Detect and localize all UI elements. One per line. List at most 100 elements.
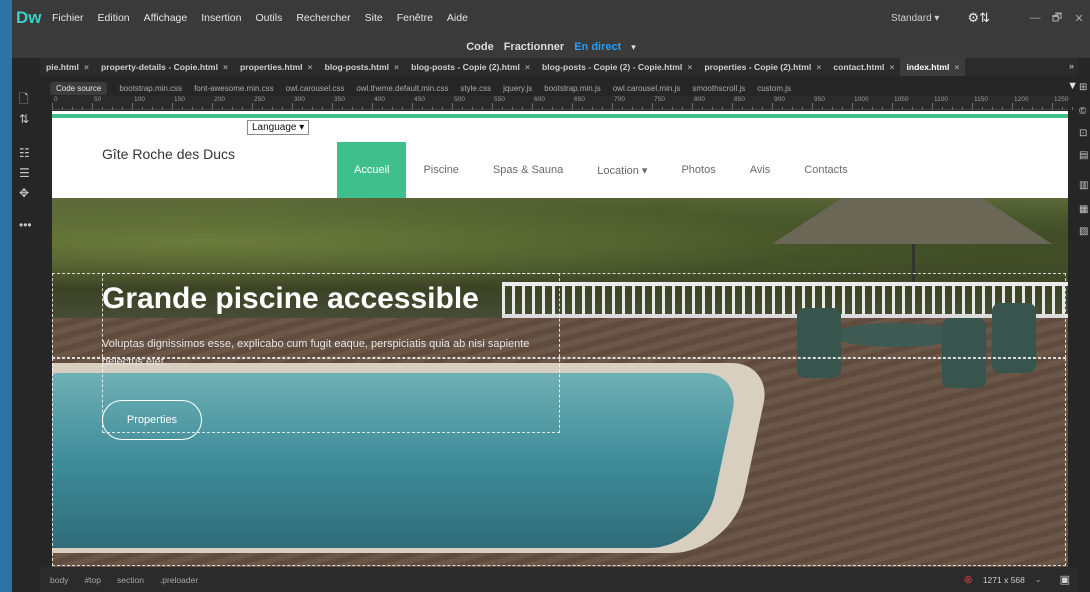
tag-selector-body[interactable]: body xyxy=(50,575,68,585)
close-window-button[interactable]: ✕ xyxy=(1068,12,1090,25)
device-preview-icon[interactable]: ▣ xyxy=(1060,573,1070,586)
close-icon[interactable]: × xyxy=(889,62,894,72)
hero-subtitle[interactable]: Voluptas dignissimos esse, explicabo cum… xyxy=(102,335,542,371)
related-file[interactable]: style.css xyxy=(460,84,491,93)
nav-spas-sauna[interactable]: Spas & Sauna xyxy=(476,142,580,198)
tab-index[interactable]: index.html × xyxy=(900,58,966,76)
related-file[interactable]: font-awesome.min.css xyxy=(194,84,274,93)
tab-property-details[interactable]: property-details - Copie.html × xyxy=(95,62,234,72)
ruler-tick xyxy=(302,107,303,110)
properties-button[interactable]: Properties xyxy=(102,400,202,440)
close-icon[interactable]: × xyxy=(816,62,821,72)
app-logo: Dw xyxy=(16,8,42,27)
site-brand[interactable]: Gîte Roche des Ducs xyxy=(102,146,235,162)
nav-contacts[interactable]: Contacts xyxy=(787,142,864,198)
tab-blog-posts-copie-2-copie[interactable]: blog-posts - Copie (2) - Copie.html × xyxy=(536,62,698,72)
ruler-tick xyxy=(1012,103,1013,110)
related-file[interactable]: bootstrap.min.css xyxy=(119,84,182,93)
nav-location[interactable]: Location ▾ xyxy=(580,142,664,198)
related-file[interactable]: owl.carousel.css xyxy=(286,84,345,93)
inspect-icon[interactable]: ☷ xyxy=(19,146,30,160)
tab-properties[interactable]: properties.html × xyxy=(234,62,319,72)
view-live-button[interactable]: En direct xyxy=(574,41,621,53)
ruler-tick xyxy=(272,107,273,110)
tab-contact[interactable]: contact.html × xyxy=(827,62,900,72)
restore-button[interactable]: 🗗 xyxy=(1046,9,1068,28)
selection-outline xyxy=(52,358,1066,566)
window-size-readout[interactable]: 1271 x 568 xyxy=(983,575,1025,585)
menu-rechercher[interactable]: Rechercher xyxy=(296,12,350,24)
workspace-switcher[interactable]: Standard ▾ xyxy=(891,13,939,24)
sync-settings-icon[interactable]: ⚙⇅ xyxy=(967,10,990,26)
related-file[interactable]: custom.js xyxy=(757,84,791,93)
ruler-label: 600 xyxy=(534,96,545,103)
close-icon[interactable]: × xyxy=(223,62,228,72)
related-file[interactable]: owl.carousel.min.js xyxy=(613,84,681,93)
ruler-tick xyxy=(342,107,343,110)
ruler-tick xyxy=(662,107,663,110)
filter-icon[interactable]: ▼ xyxy=(1067,80,1078,92)
menubar-right: Standard ▾ ⚙⇅ — 🗗 ✕ xyxy=(891,0,1090,36)
chevron-down-icon[interactable]: ⌄ xyxy=(1035,575,1042,584)
panel-icon[interactable]: ⊞ xyxy=(1079,82,1087,93)
language-select[interactable]: Language ▾ xyxy=(247,120,310,135)
view-code-button[interactable]: Code xyxy=(466,41,494,53)
ruler-label: 1150 xyxy=(974,96,988,103)
tag-selector-section[interactable]: section xyxy=(117,575,144,585)
ruler-tick xyxy=(552,107,553,110)
close-icon[interactable]: × xyxy=(84,62,89,72)
more-icon[interactable]: ••• xyxy=(19,218,32,232)
minimize-button[interactable]: — xyxy=(1024,12,1046,24)
list-icon[interactable]: ☰ xyxy=(19,166,30,180)
close-icon[interactable]: × xyxy=(954,62,959,72)
sort-icon[interactable]: ⇅ xyxy=(19,112,29,126)
tab-blog-posts[interactable]: blog-posts.html × xyxy=(319,62,405,72)
target-icon[interactable]: ✥ xyxy=(19,186,29,200)
related-source-code[interactable]: Code source xyxy=(50,81,108,95)
close-icon[interactable]: × xyxy=(687,62,692,72)
panel-icon[interactable]: ⊡ xyxy=(1079,128,1087,139)
tab-blog-posts-copie-2[interactable]: blog-posts - Copie (2).html × xyxy=(405,62,536,72)
more-tabs-icon[interactable]: » xyxy=(1069,61,1074,71)
hero-title[interactable]: Grande piscine accessible xyxy=(102,282,479,316)
menu-edition[interactable]: Edition xyxy=(98,12,130,24)
ruler-tick xyxy=(462,107,463,110)
menu-fenetre[interactable]: Fenêtre xyxy=(397,12,433,24)
ruler-tick xyxy=(782,107,783,110)
close-icon[interactable]: × xyxy=(525,62,530,72)
panel-icon[interactable]: ▥ xyxy=(1079,180,1088,191)
tab-pie[interactable]: pie.html × xyxy=(40,62,95,72)
ruler-tick xyxy=(152,107,153,110)
nav-avis[interactable]: Avis xyxy=(733,142,788,198)
nav-photos[interactable]: Photos xyxy=(664,142,732,198)
tag-selector-top[interactable]: #top xyxy=(84,575,101,585)
error-icon[interactable]: ⊗ xyxy=(964,573,973,586)
related-file[interactable]: owl.theme.default.min.css xyxy=(356,84,448,93)
ruler-tick xyxy=(1032,107,1033,110)
panel-icon[interactable]: ▧ xyxy=(1079,226,1088,237)
menu-aide[interactable]: Aide xyxy=(447,12,468,24)
related-file[interactable]: bootstrap.min.js xyxy=(544,84,600,93)
panel-icon[interactable]: ▦ xyxy=(1079,204,1088,215)
ruler-tick xyxy=(82,107,83,110)
related-file[interactable]: smoothscroll.js xyxy=(692,84,745,93)
menu-insertion[interactable]: Insertion xyxy=(201,12,241,24)
chevron-down-icon[interactable]: ▾ xyxy=(631,42,636,53)
menu-fichier[interactable]: Fichier xyxy=(52,12,84,24)
nav-piscine[interactable]: Piscine xyxy=(406,142,475,198)
tab-properties-copie-2[interactable]: properties - Copie (2).html × xyxy=(698,62,827,72)
menu-site[interactable]: Site xyxy=(365,12,383,24)
live-view-canvas[interactable]: Language ▾ Gîte Roche des Ducs Accueil P… xyxy=(52,111,1068,567)
close-icon[interactable]: × xyxy=(394,62,399,72)
tab-label: pie.html xyxy=(46,62,79,72)
view-split-button[interactable]: Fractionner xyxy=(504,41,565,53)
related-file[interactable]: jquery.js xyxy=(503,84,532,93)
nav-accueil[interactable]: Accueil xyxy=(337,142,407,198)
ruler-tick xyxy=(252,103,253,110)
menu-affichage[interactable]: Affichage xyxy=(144,12,188,24)
menu-outils[interactable]: Outils xyxy=(256,12,283,24)
close-icon[interactable]: × xyxy=(308,62,313,72)
file-icon[interactable]: 🗋 xyxy=(19,90,29,111)
panel-icon[interactable]: ▤ xyxy=(1079,150,1088,161)
tag-selector-preloader[interactable]: .preloader xyxy=(160,575,198,585)
